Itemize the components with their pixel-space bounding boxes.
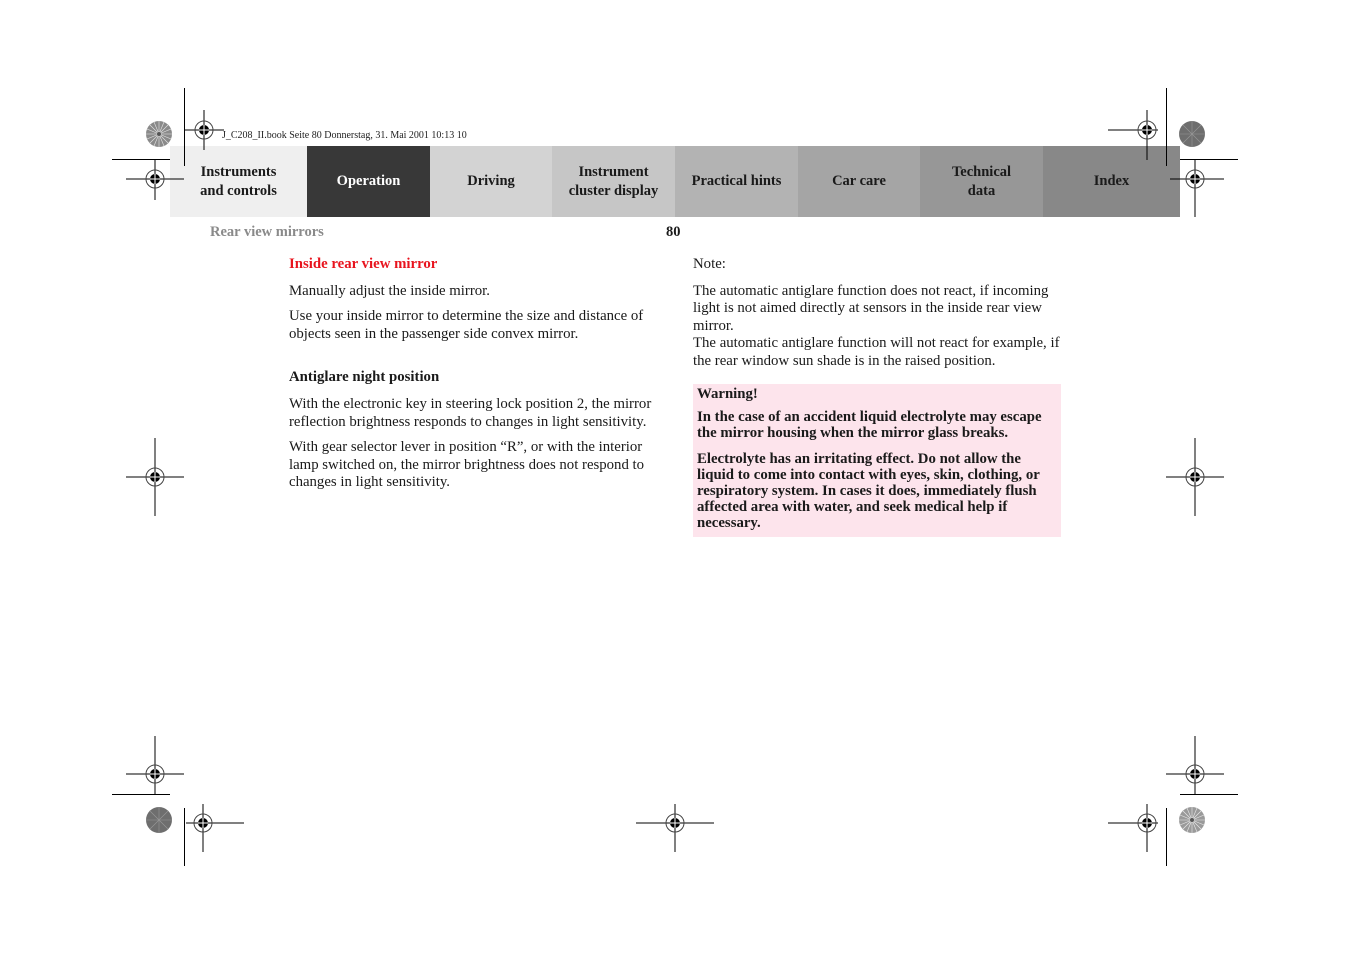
tab-instruments-and-controls[interactable]: Instruments and controls [170, 146, 307, 217]
tab-practical-hints[interactable]: Practical hints [675, 146, 798, 217]
tab-label: Operation [336, 173, 401, 189]
right-column: Note: The automatic antiglare function d… [693, 256, 1061, 537]
tab-operation[interactable]: Operation [307, 146, 430, 217]
registration-target-icon [1166, 438, 1224, 516]
warning-title: Warning! [697, 385, 758, 402]
starburst-mark-icon [1179, 121, 1205, 147]
warning-text: Electrolyte has an irritating effect. Do… [697, 450, 1040, 531]
note-text: The automatic antiglare function will no… [693, 335, 1060, 369]
note-text: The automatic antiglare function does no… [693, 282, 1049, 334]
starburst-mark-icon [146, 121, 172, 147]
tab-driving[interactable]: Driving [430, 146, 552, 217]
subheading: Antiglare night position [289, 369, 440, 386]
tab-label: data [967, 182, 996, 199]
crop-line [112, 794, 170, 795]
section-header: Rear view mirrors [210, 224, 324, 240]
crop-line [1180, 794, 1238, 795]
paragraph: With the electronic key in steering lock… [289, 395, 652, 430]
left-column: Inside rear view mirror Manually adjust … [289, 256, 659, 500]
crop-line [1166, 88, 1167, 166]
tab-technical-data[interactable]: Technical data [920, 146, 1043, 217]
registration-target-icon [184, 110, 224, 150]
warning-box: Warning! In the case of an accident liqu… [693, 383, 1061, 537]
tab-label: Practical hints [691, 173, 782, 189]
note-label: Note: [693, 256, 726, 272]
tab-label: and controls [200, 182, 277, 199]
page-number: 80 [666, 224, 681, 240]
tab-label: Index [1093, 173, 1130, 189]
print-info-line: J_C208_II.book Seite 80 Donnerstag, 31. … [222, 130, 467, 141]
starburst-mark-icon [1179, 807, 1205, 833]
tab-label: Instrument [578, 163, 649, 180]
warning-text: In the case of an accident liquid electr… [697, 408, 1042, 441]
registration-target-icon [1166, 736, 1224, 794]
paragraph: With gear selector lever in position “R”… [289, 439, 645, 491]
registration-target-icon [126, 160, 184, 200]
crop-line [1166, 808, 1167, 866]
paragraph: Manually adjust the inside mirror. [289, 282, 490, 299]
registration-target-icon [1108, 110, 1158, 160]
tab-instrument-cluster-display[interactable]: Instrument cluster display [552, 146, 675, 217]
paragraph: Use your inside mirror to determine the … [289, 308, 644, 342]
tab-label: cluster display [568, 182, 659, 199]
chapter-tabs: Instruments and controls Operation Drivin… [170, 146, 1180, 217]
tab-label: Technical [951, 163, 1012, 180]
registration-target-icon [1170, 160, 1224, 217]
registration-target-icon [126, 736, 184, 794]
section-heading: Inside rear view mirror [289, 256, 438, 272]
tab-label: Instruments [200, 163, 277, 180]
registration-target-icon [636, 804, 714, 852]
tab-label: Car care [832, 173, 886, 189]
starburst-mark-icon [146, 807, 172, 833]
crop-line [184, 808, 185, 866]
registration-target-icon [1108, 804, 1158, 852]
tab-car-care[interactable]: Car care [798, 146, 920, 217]
registration-target-icon [186, 804, 244, 852]
registration-target-icon [126, 438, 184, 516]
tab-label: Driving [467, 173, 515, 189]
